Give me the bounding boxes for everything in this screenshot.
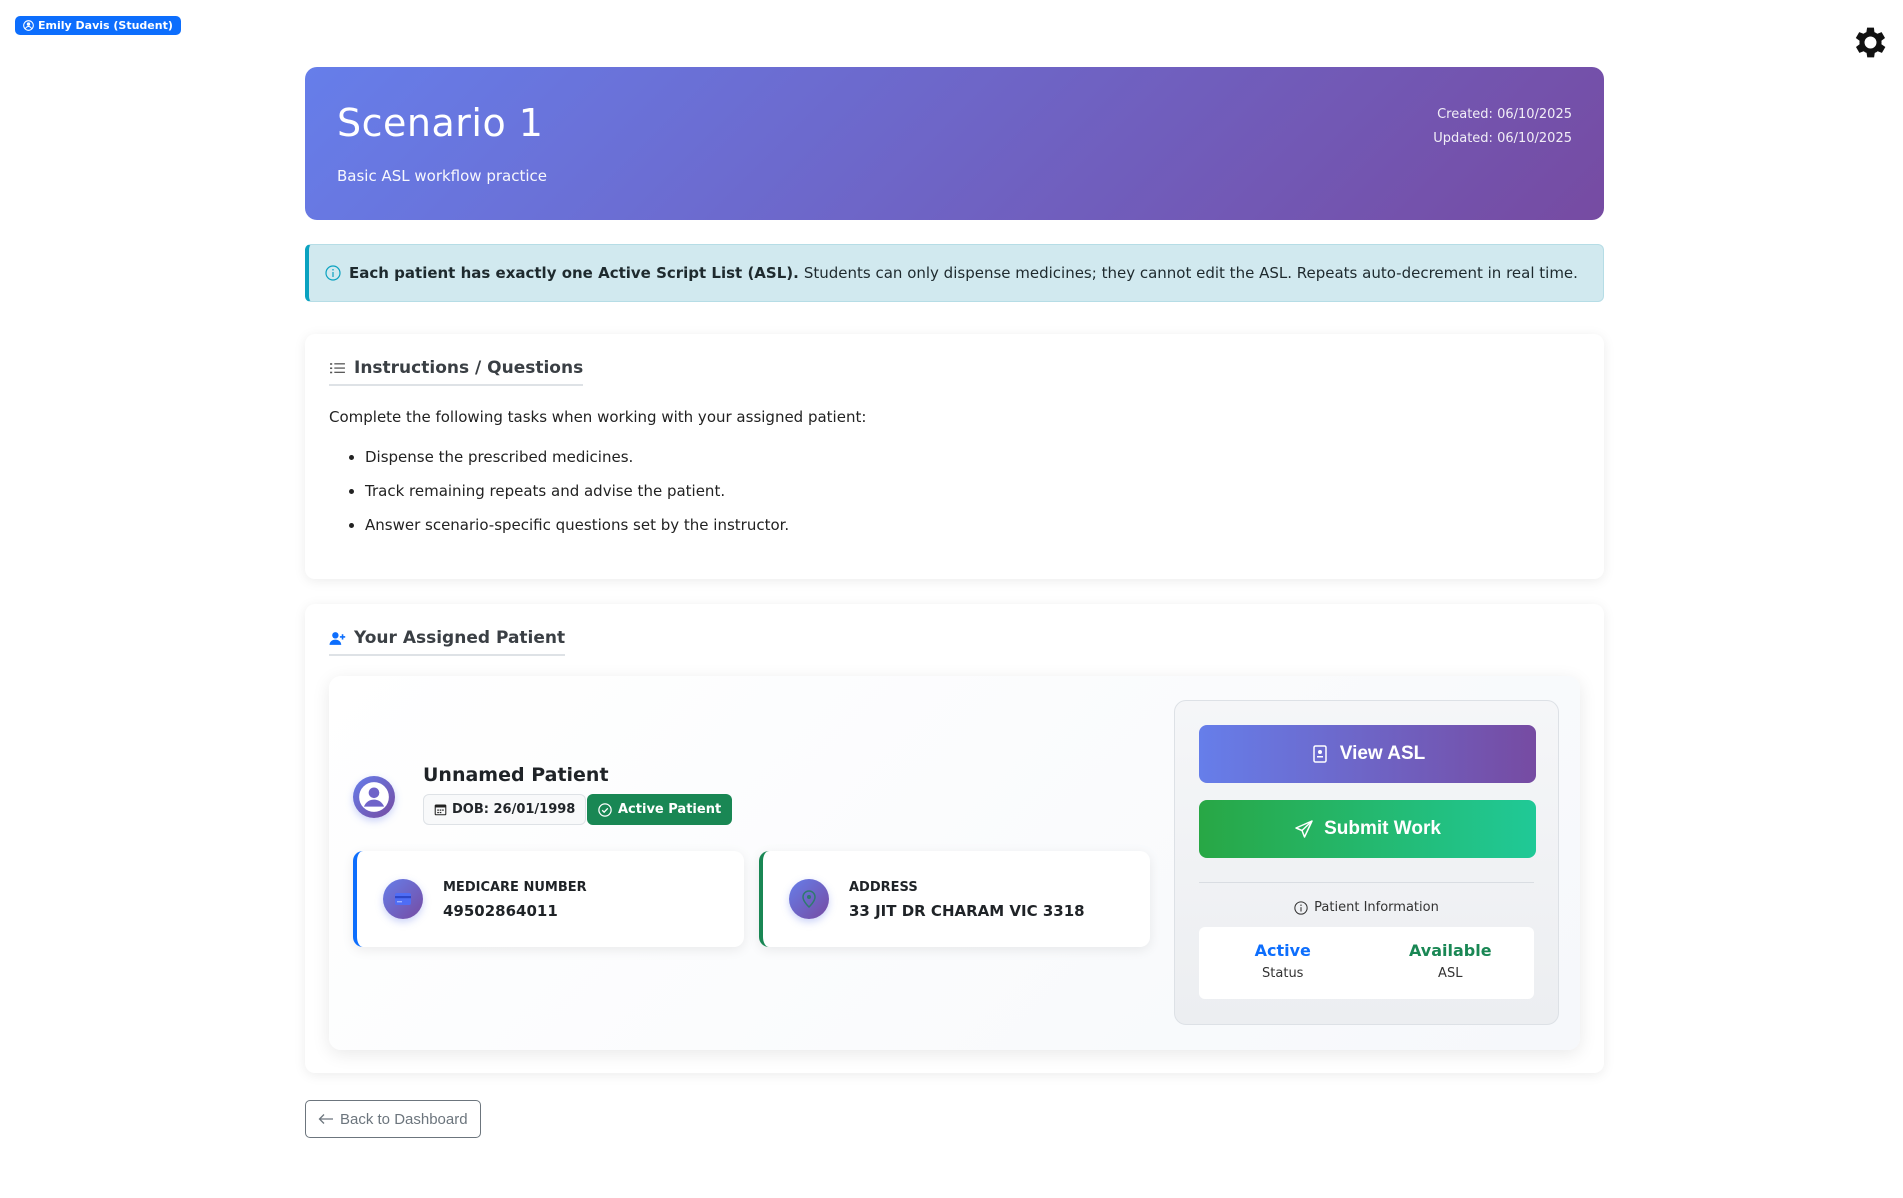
patient-name: Unnamed Patient [423, 764, 609, 786]
status-badge: Active Patient [587, 794, 733, 825]
info-icon [1294, 900, 1308, 915]
scenario-dates: Created: 06/10/2025 Updated: 06/10/2025 [1433, 103, 1572, 151]
instructions-intro: Complete the following tasks when workin… [329, 408, 867, 426]
list-icon [330, 362, 345, 373]
view-asl-button[interactable]: View ASL [1199, 725, 1536, 783]
patient-info-heading: Patient Information [1199, 900, 1534, 915]
instructions-list: Dispense the prescribed medicines. Track… [329, 440, 1580, 542]
user-badge-label: Emily Davis (Student) [38, 19, 173, 32]
user-plus-icon [329, 631, 346, 645]
patient-info-title: Patient Information [1314, 900, 1439, 915]
arrow-left-icon [318, 1114, 333, 1124]
medicare-label: MEDICARE NUMBER [443, 880, 587, 895]
alert-bold-text: Each patient has exactly one Active Scri… [349, 264, 799, 282]
scenario-subtitle: Basic ASL workflow practice [337, 167, 547, 185]
id-card-icon [1312, 745, 1327, 763]
list-item: Answer scenario-specific questions set b… [365, 508, 1580, 542]
instructions-title: Instructions / Questions [354, 358, 584, 378]
asl-stat-label: ASL [1438, 966, 1463, 981]
calendar-icon [434, 804, 447, 816]
user-circle-icon [23, 20, 34, 31]
status-stat-label: Status [1262, 966, 1304, 981]
patient-stats: Active Status Available ASL [1199, 927, 1534, 999]
alert-text: Students can only dispense medicines; th… [803, 264, 1578, 282]
submit-work-button[interactable]: Submit Work [1199, 800, 1536, 858]
address-label: ADDRESS [849, 880, 918, 895]
back-to-dashboard-label: Back to Dashboard [340, 1110, 468, 1128]
patient-section-heading: Your Assigned Patient [329, 628, 566, 656]
patient-section-title: Your Assigned Patient [354, 628, 566, 648]
info-alert: Each patient has exactly one Active Scri… [305, 244, 1604, 302]
location-pin-icon [802, 890, 816, 909]
address-value: 33 JIT DR CHARAM VIC 3318 [849, 902, 1085, 920]
patient-details-panel: Unnamed Patient DOB: 26/01/1998 Active P… [329, 676, 1580, 1050]
status-stat: Active Status [1199, 927, 1367, 999]
status-badge-label: Active Patient [618, 802, 722, 817]
instructions-card: Instructions / Questions Complete the fo… [305, 334, 1604, 579]
address-icon-circle [789, 879, 829, 919]
created-date: Created: 06/10/2025 [1437, 107, 1572, 122]
send-icon [1295, 820, 1313, 838]
asl-stat: Available ASL [1367, 927, 1535, 999]
assigned-patient-card: Your Assigned Patient Unnamed Patient DO… [305, 604, 1604, 1073]
updated-date: Updated: 06/10/2025 [1433, 131, 1572, 146]
user-avatar-icon [359, 782, 389, 812]
credit-card-icon [395, 893, 411, 905]
divider [1199, 882, 1534, 883]
view-asl-label: View ASL [1339, 743, 1426, 764]
status-stat-value: Active [1254, 941, 1311, 960]
medicare-value: 49502864011 [443, 902, 558, 920]
scenario-header: Scenario 1 Basic ASL workflow practice C… [305, 67, 1604, 220]
list-item: Track remaining repeats and advise the p… [365, 474, 1580, 508]
medicare-info-box: MEDICARE NUMBER 49502864011 [353, 851, 744, 947]
page-title: Scenario 1 [337, 101, 544, 145]
check-circle-icon [598, 802, 612, 817]
instructions-heading: Instructions / Questions [329, 358, 584, 386]
avatar [353, 776, 395, 818]
user-badge[interactable]: Emily Davis (Student) [15, 16, 181, 35]
dob-value: DOB: 26/01/1998 [452, 802, 576, 817]
asl-stat-value: Available [1408, 941, 1492, 960]
list-item: Dispense the prescribed medicines. [365, 440, 1580, 474]
gear-icon[interactable] [1850, 22, 1891, 63]
submit-work-label: Submit Work [1324, 818, 1441, 839]
address-info-box: ADDRESS 33 JIT DR CHARAM VIC 3318 [759, 851, 1150, 947]
dob-badge: DOB: 26/01/1998 [423, 794, 587, 825]
info-icon [325, 265, 341, 281]
patient-actions-panel: View ASL Submit Work Patient Information… [1174, 700, 1559, 1025]
medicare-icon-circle [383, 879, 423, 919]
back-to-dashboard-button[interactable]: Back to Dashboard [305, 1100, 481, 1138]
